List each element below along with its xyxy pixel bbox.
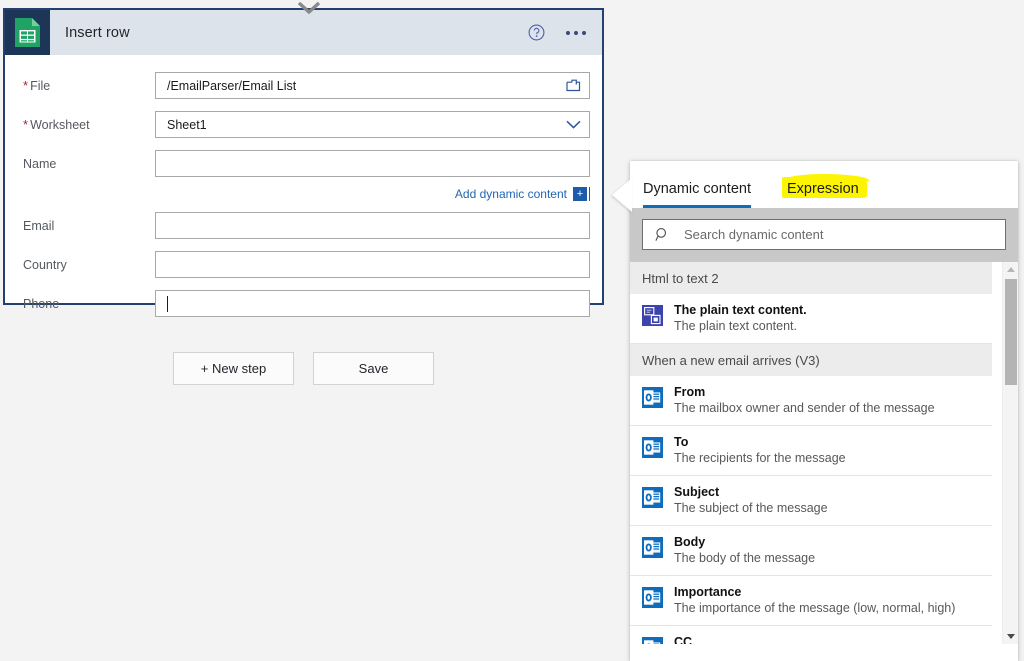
list-item-description: The recipients for the message [674,451,846,465]
outlook-icon [642,637,663,644]
email-input[interactable] [155,212,590,239]
phone-input[interactable] [155,290,590,317]
field-row-worksheet: * Worksheet Sheet1 [5,107,602,142]
list-item-description: The mailbox owner and sender of the mess… [674,401,935,415]
dynamic-content-list-inner: Html to text 2 The plain text content. T… [630,262,992,644]
list-item[interactable]: To The recipients for the message [630,426,992,476]
worksheet-dropdown-toggle[interactable] [566,112,581,137]
group-header: When a new email arrives (V3) [630,344,992,376]
outlook-icon [642,437,663,458]
field-row-file: * File /EmailParser/Email List [5,68,602,103]
list-item-title: Subject [674,485,720,499]
add-dynamic-content-plus-button[interactable]: + [573,187,590,201]
list-item-text: The plain text content. The plain text c… [674,302,807,335]
insert-row-action-card: Insert row * File /EmailParser/Email Lis… [3,2,604,317]
search-input[interactable] [682,226,982,243]
field-label-country: Country [23,257,67,272]
help-circle-icon[interactable] [528,24,545,41]
text-caret [167,296,168,312]
field-label-phone: Phone [23,296,60,311]
search-icon [655,228,667,241]
list-item[interactable]: CC The Cc recipients for the message [630,626,992,644]
dynamic-content-search-box[interactable] [642,219,1006,250]
list-item-title: CC [674,635,693,644]
file-input-value: /EmailParser/Email List [167,78,297,93]
tab-expression-label: Expression [787,181,859,197]
country-input[interactable] [155,251,590,278]
field-row-country: Country [5,247,602,282]
chevron-down-icon [297,2,321,14]
list-item-text: From The mailbox owner and sender of the… [674,384,935,417]
add-dynamic-content-row: Add dynamic content + [5,184,602,204]
list-item-title: The plain text content. [674,303,807,317]
html-to-text-icon [642,305,663,326]
tab-dynamic-content-label: Dynamic content [643,181,751,197]
dynamic-content-search-wrap [630,208,1018,262]
dynamic-content-panel: Dynamic content Expression Html to text … [630,161,1018,661]
card-body: * File /EmailParser/Email List * Workshe… [5,68,602,321]
new-step-button[interactable]: + New step [173,352,294,385]
outlook-icon [642,587,663,608]
required-indicator: * [23,78,29,93]
screen-root: Insert row * File /EmailParser/Email Lis… [0,0,1024,661]
list-item-text: Subject The subject of the message [674,484,828,517]
list-item-description: The subject of the message [674,501,828,515]
chevron-down-icon [566,120,581,129]
list-item-title: Body [674,535,706,549]
field-label-name: Name [23,156,57,171]
tab-expression[interactable]: Expression [787,181,869,208]
save-button[interactable]: Save [313,352,434,385]
list-item-description: The plain text content. [674,319,797,333]
scroll-down-arrow-icon[interactable] [1003,629,1018,644]
list-item[interactable]: Importance The importance of the message… [630,576,992,626]
list-item-title: To [674,435,689,449]
dynamic-content-tabs: Dynamic content Expression [630,161,1018,208]
outlook-icon [642,537,663,558]
list-item-text: Importance The importance of the message… [674,584,955,617]
list-item-text: To The recipients for the message [674,434,846,467]
list-item-description: The importance of the message (low, norm… [674,601,956,615]
add-dynamic-content-link[interactable]: Add dynamic content [455,187,567,201]
list-item[interactable]: From The mailbox owner and sender of the… [630,376,992,426]
field-row-phone: Phone [5,286,602,321]
field-label-file: * File [23,78,51,93]
tab-dynamic-content[interactable]: Dynamic content [643,181,761,208]
field-label-email: Email [23,218,55,233]
list-item[interactable]: Body The body of the message [630,526,992,576]
required-indicator: * [23,117,29,132]
field-label-worksheet: * Worksheet [23,117,90,132]
excel-spreadsheet-icon [5,10,50,55]
field-row-name: Name [5,146,602,181]
list-item[interactable]: The plain text content. The plain text c… [630,294,992,344]
worksheet-dropdown[interactable]: Sheet1 [155,111,590,138]
list-item[interactable]: Subject The subject of the message [630,476,992,526]
folder-icon [566,79,581,92]
outlook-icon [642,487,663,508]
file-input[interactable]: /EmailParser/Email List [155,72,590,99]
name-input[interactable] [155,150,590,177]
card-header-actions [528,10,588,55]
list-item-title: From [674,385,706,399]
outlook-icon [642,387,663,408]
dynamic-content-list: Html to text 2 The plain text content. T… [630,262,1018,644]
folder-picker-button[interactable] [566,73,581,98]
list-item-text: Body The body of the message [674,534,815,567]
flow-action-buttons: + New step Save [173,352,434,385]
list-scrollbar[interactable] [1002,262,1018,644]
worksheet-dropdown-value: Sheet1 [167,117,207,132]
panel-callout-pointer [612,178,632,212]
field-row-email: Email [5,208,602,243]
scroll-up-arrow-icon[interactable] [1003,262,1018,277]
card-header: Insert row [5,10,602,55]
list-item-title: Importance [674,585,742,599]
card-title: Insert row [65,24,130,41]
group-header: Html to text 2 [630,262,992,294]
list-item-description: The body of the message [674,551,816,565]
ellipsis-icon[interactable] [564,25,588,41]
list-item-text: CC The Cc recipients for the message [674,634,864,644]
scrollbar-thumb[interactable] [1005,279,1017,385]
